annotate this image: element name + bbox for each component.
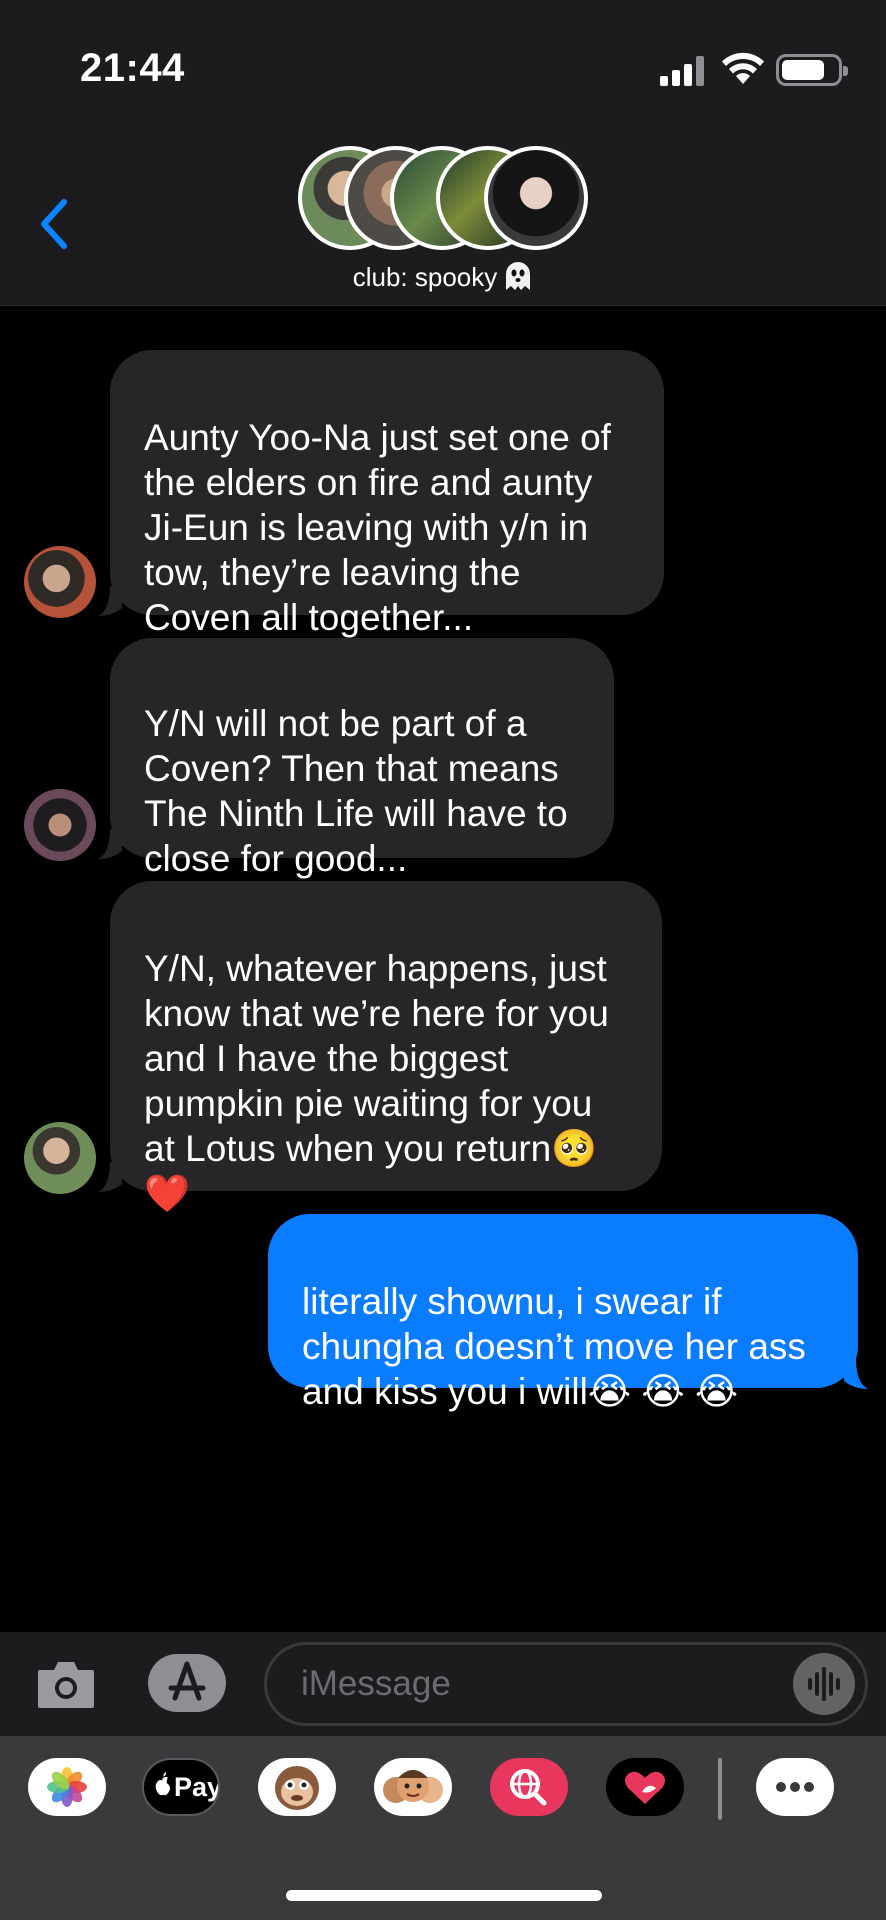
group-name-text: club: spooky xyxy=(352,262,498,292)
participant-avatar xyxy=(484,146,588,250)
conversation-header: 21:44 club: spooky xyxy=(0,0,886,306)
app-drawer-divider xyxy=(718,1758,722,1820)
message-input-field[interactable] xyxy=(264,1642,868,1726)
outgoing-message-bubble[interactable]: literally shownu, i swear if chungha doe… xyxy=(268,1214,858,1412)
bubble-tail xyxy=(98,586,122,616)
message-text: literally shownu, i swear if chungha doe… xyxy=(302,1281,806,1412)
app-store-icon[interactable] xyxy=(148,1654,226,1712)
bubble-tail xyxy=(98,829,122,859)
incoming-message-bubble[interactable]: Y/N, whatever happens, just know that we… xyxy=(110,881,662,1214)
ghost-emoji-icon xyxy=(506,262,531,291)
group-title[interactable]: club: spooky xyxy=(0,262,886,295)
sender-avatar[interactable] xyxy=(24,789,96,861)
battery-icon xyxy=(776,54,848,86)
cellular-signal-icon xyxy=(660,56,706,86)
audio-waveform-icon[interactable] xyxy=(793,1653,855,1715)
message-text: Y/N will not be part of a Coven? Then th… xyxy=(144,703,568,879)
status-time: 21:44 xyxy=(80,46,185,90)
incoming-message-bubble[interactable]: Aunty Yoo-Na just set one of the elders … xyxy=(110,350,664,638)
sender-avatar[interactable] xyxy=(24,546,96,618)
apple-pay-app-icon[interactable]: Pay xyxy=(142,1758,220,1816)
message-text: Aunty Yoo-Na just set one of the elders … xyxy=(144,417,611,638)
camera-icon[interactable] xyxy=(36,1658,96,1710)
digital-touch-app-icon[interactable] xyxy=(606,1758,684,1816)
web-images-app-icon[interactable] xyxy=(490,1758,568,1816)
apple-pay-label: Pay xyxy=(174,1772,220,1802)
animoji-app-icon[interactable] xyxy=(258,1758,336,1816)
message-composer xyxy=(0,1632,886,1736)
more-apps-icon[interactable] xyxy=(756,1758,834,1816)
sender-avatar[interactable] xyxy=(24,1122,96,1194)
message-text: Y/N, whatever happens, just know that we… xyxy=(144,948,609,1214)
wifi-icon xyxy=(722,52,764,84)
bubble-tail xyxy=(844,1359,868,1389)
group-avatars[interactable] xyxy=(298,146,588,250)
memoji-stickers-app-icon[interactable] xyxy=(374,1758,452,1816)
bubble-tail xyxy=(98,1162,122,1192)
chevron-left-icon[interactable] xyxy=(34,196,74,252)
home-indicator[interactable] xyxy=(286,1890,602,1901)
message-input[interactable] xyxy=(301,1659,781,1709)
photos-app-icon[interactable] xyxy=(28,1758,106,1816)
app-drawer: Pay xyxy=(0,1736,886,1920)
incoming-message-bubble[interactable]: Y/N will not be part of a Coven? Then th… xyxy=(110,638,614,879)
